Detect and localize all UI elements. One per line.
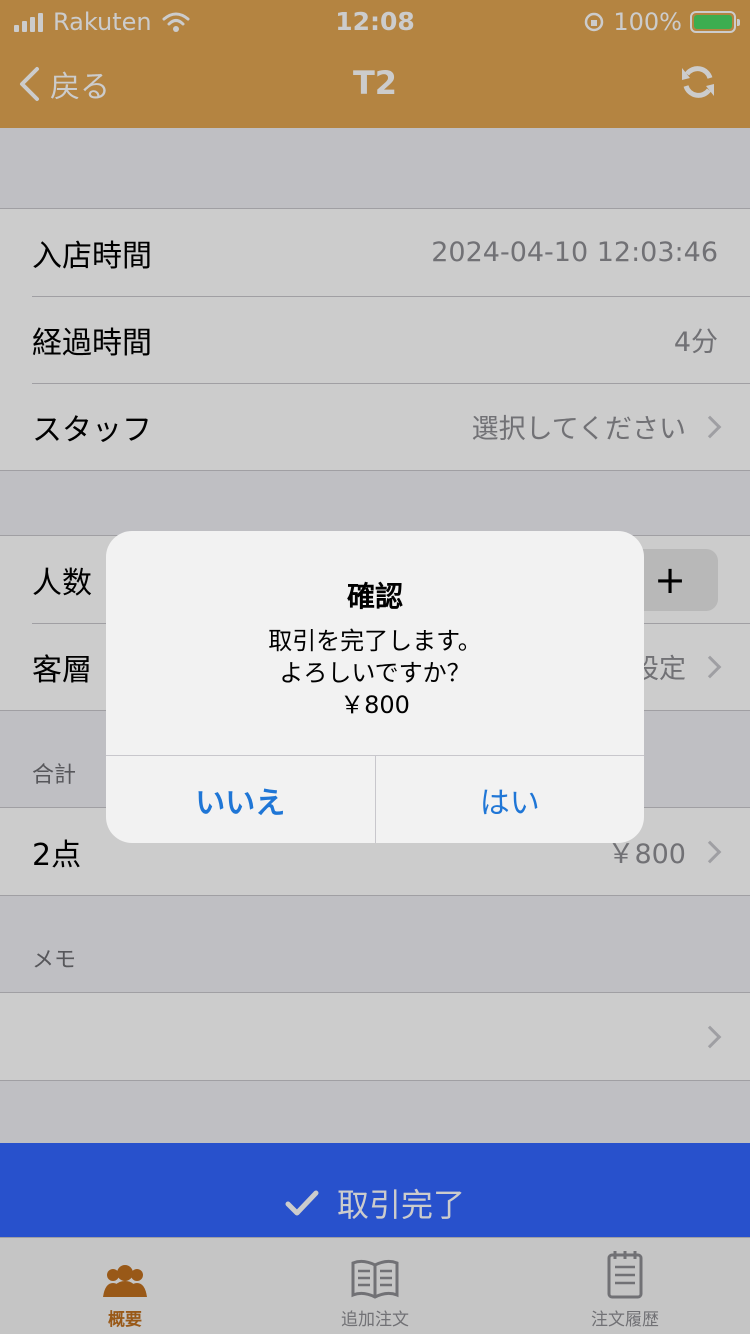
dialog-yes-button[interactable]: はい (376, 756, 645, 843)
dialog-no-button[interactable]: いいえ (106, 756, 376, 843)
dialog-title: 確認 (346, 580, 403, 613)
dialog-amount: ￥800 (340, 691, 410, 719)
dialog-message: 取引を完了します。 よろしいですか？ ￥800 (106, 625, 644, 721)
dialog-message-line: 取引を完了します。 (268, 627, 482, 655)
confirm-dialog: 確認 取引を完了します。 よろしいですか？ ￥800 いいえ はい (106, 531, 644, 843)
dialog-message-line: よろしいですか？ (279, 659, 471, 687)
